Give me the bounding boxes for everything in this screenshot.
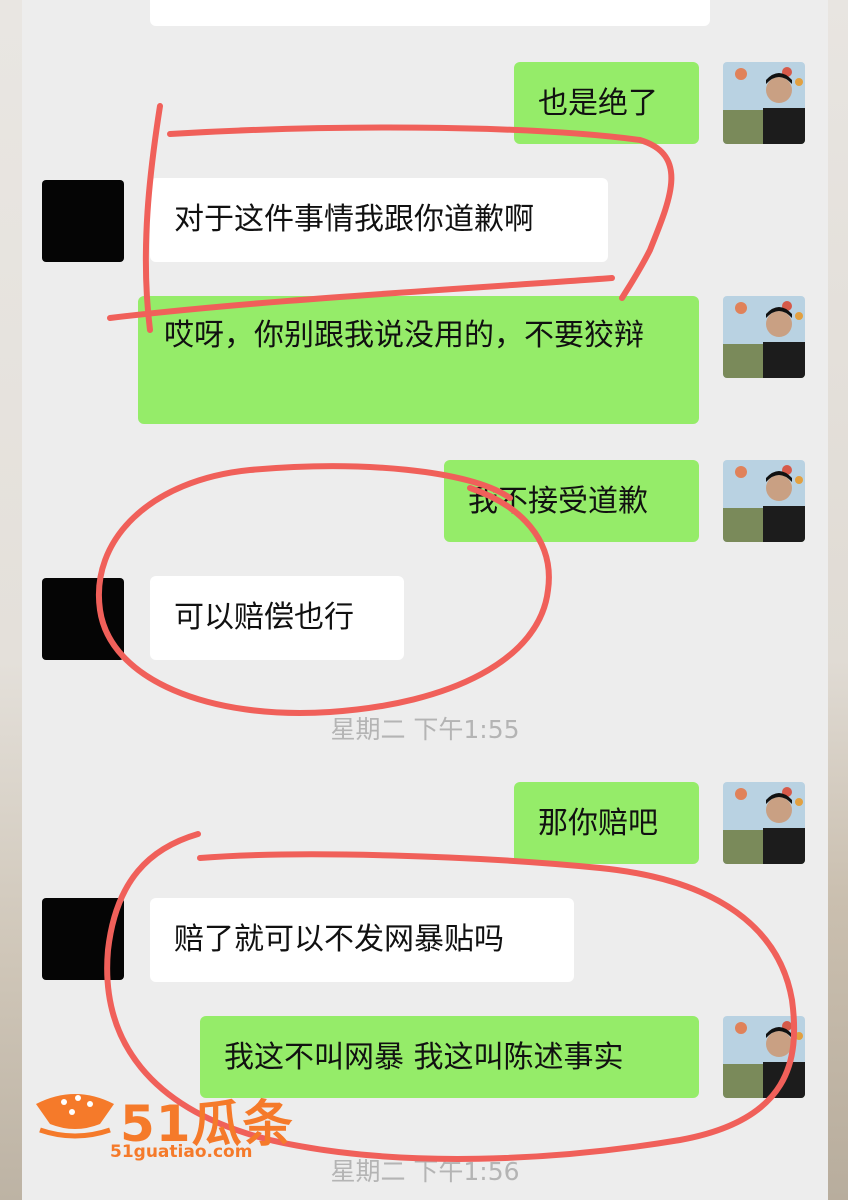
watermark-logo: 51瓜条 51guatiao.com xyxy=(30,1080,300,1162)
red-annotation-marks xyxy=(95,103,798,1162)
annotation-circle-compensation xyxy=(95,463,552,716)
annotation-loop-apology xyxy=(107,103,675,333)
watermark-url: 51guatiao.com xyxy=(110,1142,253,1162)
watermelon-icon xyxy=(36,1094,114,1139)
